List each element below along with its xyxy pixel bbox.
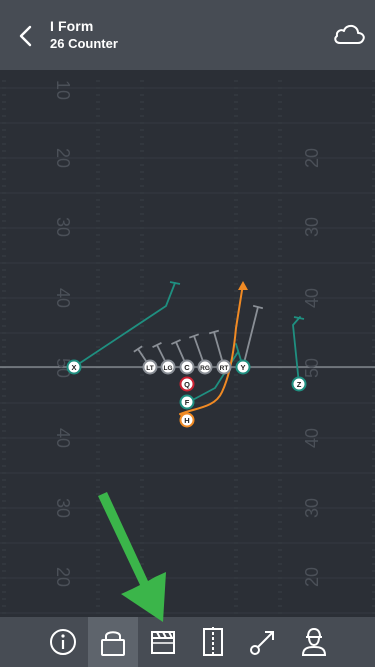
field-canvas: 102030405040302020304050403020X LT LG C RG RT… (0, 70, 375, 617)
yard-number-left: 20 (53, 148, 73, 168)
yard-number-right: 30 (302, 498, 322, 518)
lock-icon (101, 631, 125, 656)
lock-button[interactable] (88, 617, 138, 667)
player-label: F (185, 398, 190, 407)
player-label: Z (297, 380, 302, 389)
play-field[interactable]: 10 20 30 40 50 40 30 20 20 30 40 50 40 30 20 X LT LG C RG RT… (0, 70, 375, 617)
info-button[interactable] (38, 617, 88, 667)
yard-number-left: 40 (53, 288, 73, 308)
player-label: LG (163, 365, 172, 372)
flip-button[interactable] (188, 617, 238, 667)
formation-name: I Form (50, 18, 94, 34)
yard-number-right: 30 (302, 217, 322, 237)
cloud-sync-button[interactable] (330, 20, 368, 48)
player-label: RT (220, 365, 229, 372)
clapperboard-icon (151, 631, 175, 654)
yard-number-left: 40 (53, 428, 73, 448)
player-label: H (184, 416, 189, 425)
player-label: Q (184, 380, 190, 389)
player-label: C (184, 363, 190, 372)
player-label: Y (240, 363, 245, 372)
yard-number-right: 50 (302, 358, 322, 378)
play-title: I Form 26 Counter (50, 18, 118, 52)
yard-number-right: 40 (302, 288, 322, 308)
route-button[interactable] (238, 617, 288, 667)
chevron-left-icon (19, 25, 32, 47)
info-icon (50, 629, 76, 655)
clapperboard-button[interactable] (138, 617, 188, 667)
bottom-toolbar (0, 617, 375, 667)
player-label: X (71, 363, 76, 372)
player-label: RG (200, 365, 210, 372)
yard-number-left: 30 (53, 498, 73, 518)
yard-number-left: 20 (53, 567, 73, 587)
cloud-icon (334, 24, 365, 44)
yard-number-right: 20 (302, 567, 322, 587)
yard-number-right: 40 (302, 428, 322, 448)
flip-icon (203, 627, 223, 657)
yard-number-left: 10 (53, 80, 73, 100)
back-button[interactable] (10, 22, 40, 50)
top-bar: I Form 26 Counter (0, 0, 375, 70)
coach-icon (301, 627, 327, 656)
coach-button[interactable] (288, 617, 338, 667)
player-label: LT (146, 365, 153, 372)
route-line-icon (250, 631, 274, 655)
yard-number-left: 30 (53, 217, 73, 237)
play-name: 26 Counter (50, 36, 118, 51)
yard-number-right: 20 (302, 148, 322, 168)
